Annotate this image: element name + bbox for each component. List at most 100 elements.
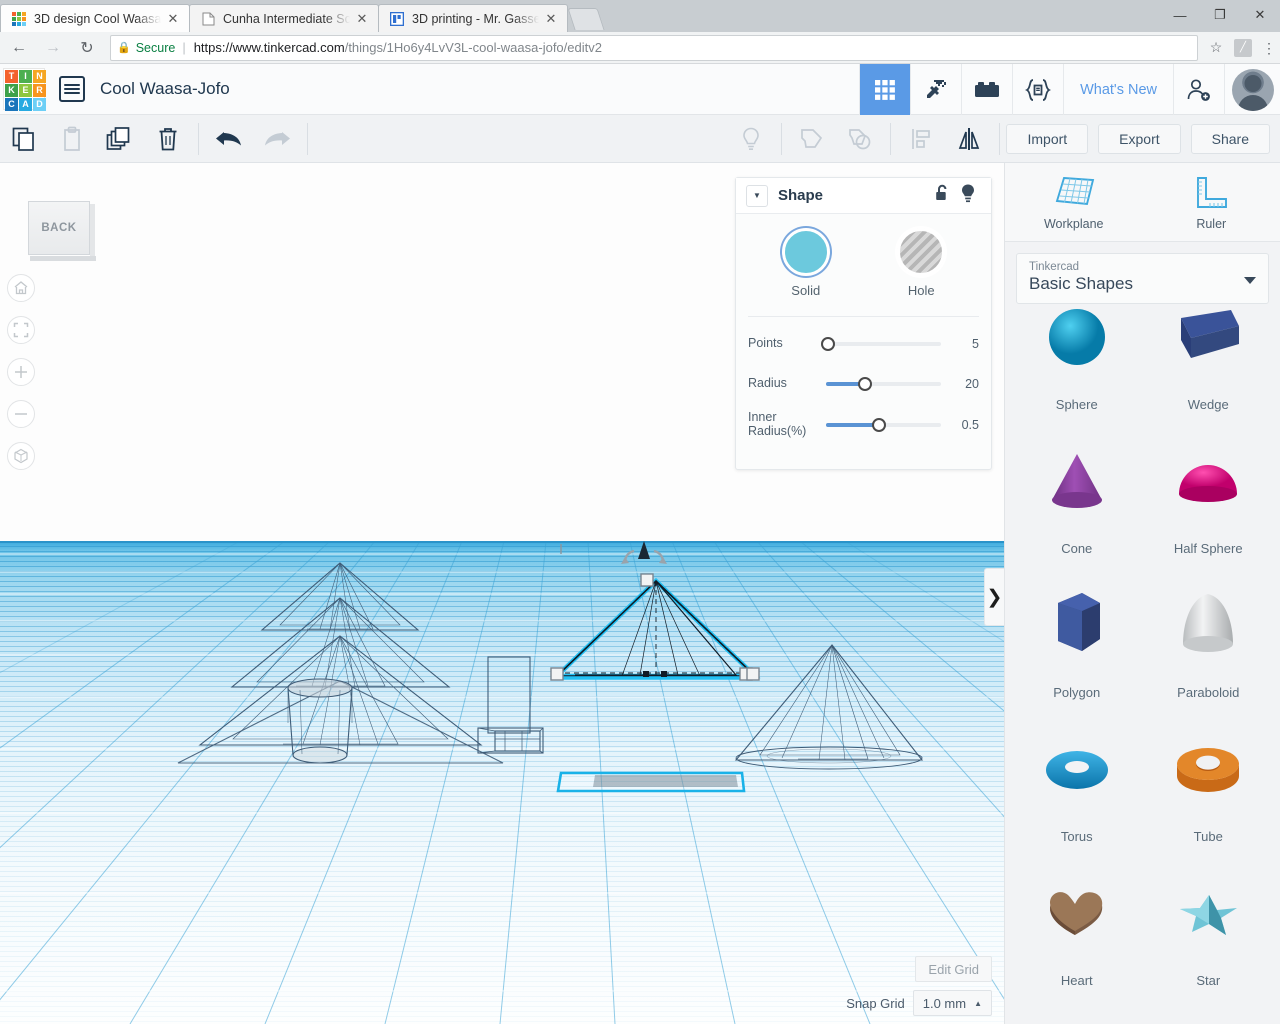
shape-item-half-sphere[interactable]: Half Sphere bbox=[1143, 424, 1275, 562]
zoom-out-button[interactable] bbox=[7, 400, 35, 428]
workplane-icon bbox=[1055, 176, 1094, 205]
sidebar-ruler-label: Ruler bbox=[1196, 216, 1227, 231]
toolbar-divider bbox=[198, 122, 199, 155]
reload-button[interactable]: ↻ bbox=[72, 33, 102, 63]
solid-hole-selector: Solid Hole bbox=[748, 228, 979, 298]
grid-apps-icon[interactable] bbox=[859, 64, 911, 115]
solid-option[interactable]: Solid bbox=[781, 228, 830, 298]
fit-to-view-button[interactable] bbox=[7, 316, 35, 344]
forward-button[interactable]: → bbox=[38, 33, 68, 63]
slider-inner-radius-track[interactable] bbox=[826, 417, 941, 432]
shape-library-select[interactable]: Tinkercad Basic Shapes bbox=[1016, 253, 1269, 304]
extension-icon[interactable]: ╱ bbox=[1234, 38, 1252, 57]
view-cube-base bbox=[30, 256, 96, 261]
kebab-menu-icon[interactable]: ⋮ bbox=[1258, 41, 1280, 55]
add-user-icon[interactable] bbox=[1173, 64, 1224, 115]
export-button[interactable]: Export bbox=[1098, 124, 1181, 154]
zoom-in-button[interactable] bbox=[7, 358, 35, 386]
shape-item-polyhedron[interactable] bbox=[1011, 1000, 1143, 1024]
new-tab-button[interactable] bbox=[567, 8, 605, 30]
slider-points-track[interactable] bbox=[821, 337, 941, 351]
address-bar[interactable]: 🔒 Secure | https://www.tinkercad.com/thi… bbox=[110, 34, 1198, 61]
chevron-up-icon: ▲ bbox=[974, 998, 982, 1008]
slider-inner-radius-knob[interactable] bbox=[871, 417, 886, 432]
shape-grid: Sphere Wedge Cone Half Sphere Polygon Pa… bbox=[1005, 280, 1280, 1024]
delete-trash-icon[interactable] bbox=[144, 115, 192, 163]
shape-item-tube[interactable]: Tube bbox=[1143, 712, 1275, 850]
hole-option[interactable]: Hole bbox=[897, 228, 946, 298]
logo-tile-6: C bbox=[5, 98, 18, 111]
avatar[interactable] bbox=[1224, 64, 1280, 115]
slider-radius-track[interactable] bbox=[826, 377, 941, 391]
star-icon[interactable]: ☆ bbox=[1204, 39, 1228, 56]
shape-item-paraboloid[interactable]: Paraboloid bbox=[1143, 568, 1275, 706]
shape-label: Wedge bbox=[1187, 397, 1229, 412]
minecraft-pickaxe-icon[interactable] bbox=[910, 64, 961, 115]
tab-close-icon[interactable]: ✕ bbox=[354, 11, 370, 27]
browser-tab-0[interactable]: 3D design Cool Waasa-Jofo ✕ bbox=[0, 4, 190, 32]
import-button[interactable]: Import bbox=[1006, 124, 1089, 154]
sidebar-item-ruler[interactable]: Ruler bbox=[1143, 163, 1280, 241]
workplane-horizon-edge bbox=[0, 541, 1004, 543]
project-menu-icon[interactable] bbox=[59, 76, 85, 102]
minimize-button[interactable]: — bbox=[1160, 0, 1200, 30]
undo-icon[interactable] bbox=[205, 115, 253, 163]
copy-icon[interactable] bbox=[0, 115, 48, 163]
logo-tile-7: A bbox=[19, 98, 32, 111]
close-button[interactable]: ✕ bbox=[1240, 0, 1280, 30]
shape-item-heart[interactable]: Heart bbox=[1011, 856, 1143, 994]
sidebar-item-workplane[interactable]: Workplane bbox=[1005, 163, 1143, 241]
tab-close-icon[interactable]: ✕ bbox=[165, 11, 181, 27]
back-button[interactable]: ← bbox=[4, 33, 34, 63]
view-cube[interactable]: BACK bbox=[24, 198, 96, 261]
browser-tab-1[interactable]: Cunha Intermediate School ✕ bbox=[189, 4, 379, 32]
ring-icon bbox=[1143, 1000, 1275, 1024]
tab-close-icon[interactable]: ✕ bbox=[543, 11, 559, 27]
shape-item-polygon[interactable]: Polygon bbox=[1011, 568, 1143, 706]
browser-tab-2[interactable]: 3D printing - Mr. Gasser ✕ bbox=[378, 4, 568, 32]
lightbulb-icon[interactable] bbox=[955, 184, 981, 208]
toolbar-divider bbox=[781, 123, 783, 155]
app-header-actions: What's New bbox=[859, 64, 1280, 115]
share-button[interactable]: Share bbox=[1190, 124, 1270, 154]
lego-brick-icon[interactable] bbox=[961, 64, 1012, 115]
unlock-icon[interactable] bbox=[929, 184, 955, 207]
logo-tile-3: K bbox=[5, 84, 18, 97]
lock-icon: 🔒 bbox=[117, 42, 131, 54]
slider-radius-knob[interactable] bbox=[858, 377, 873, 391]
duplicate-icon[interactable] bbox=[96, 115, 144, 163]
mirror-icon[interactable] bbox=[945, 115, 993, 163]
snap-grid-select[interactable]: 1.0 mm ▲ bbox=[912, 990, 992, 1016]
slider-points-knob[interactable] bbox=[821, 337, 836, 351]
whats-new-link[interactable]: What's New bbox=[1063, 64, 1173, 115]
hole-pattern-swatch[interactable] bbox=[897, 228, 946, 276]
codeblocks-icon[interactable] bbox=[1012, 64, 1063, 115]
snap-grid-row: Snap Grid 1.0 mm ▲ bbox=[846, 990, 992, 1016]
perspective-toggle-button[interactable] bbox=[7, 442, 35, 470]
page-title[interactable]: Cool Waasa-Jofo bbox=[100, 79, 230, 99]
restore-button[interactable]: ❐ bbox=[1200, 0, 1240, 30]
torus-icon bbox=[1011, 712, 1143, 825]
solid-color-swatch[interactable] bbox=[781, 228, 830, 276]
slider-points-value[interactable]: 5 bbox=[949, 337, 979, 351]
shape-item-torus[interactable]: Torus bbox=[1011, 712, 1143, 850]
shape-item-star[interactable]: Star bbox=[1143, 856, 1275, 994]
shape-label: Paraboloid bbox=[1177, 685, 1240, 700]
collapse-sidebar-button[interactable]: ❯ bbox=[984, 568, 1004, 626]
inspector-title: Shape bbox=[778, 187, 824, 204]
view-cube-label[interactable]: BACK bbox=[28, 201, 90, 255]
security-label: Secure bbox=[135, 40, 176, 55]
slider-radius-value[interactable]: 20 bbox=[949, 377, 979, 391]
tinkercad-logo-icon[interactable]: T I N K E R C A D bbox=[3, 68, 46, 111]
shape-item-cone[interactable]: Cone bbox=[1011, 424, 1143, 562]
edit-toolbar: Import Export Share bbox=[0, 115, 1280, 163]
shape-item-ring[interactable] bbox=[1143, 1000, 1275, 1024]
app-header: T I N K E R C A D Cool Waasa-Jofo What's… bbox=[0, 64, 1280, 115]
workplane-grid[interactable] bbox=[0, 541, 1004, 1024]
collapse-inspector-button[interactable]: ▼ bbox=[746, 184, 768, 207]
home-view-button[interactable] bbox=[7, 274, 35, 302]
chevron-down-icon[interactable] bbox=[1244, 277, 1256, 284]
snap-grid-value: 1.0 mm bbox=[922, 995, 967, 1011]
edit-grid-button[interactable]: Edit Grid bbox=[915, 956, 992, 982]
slider-inner-radius-value[interactable]: 0.5 bbox=[949, 418, 979, 432]
